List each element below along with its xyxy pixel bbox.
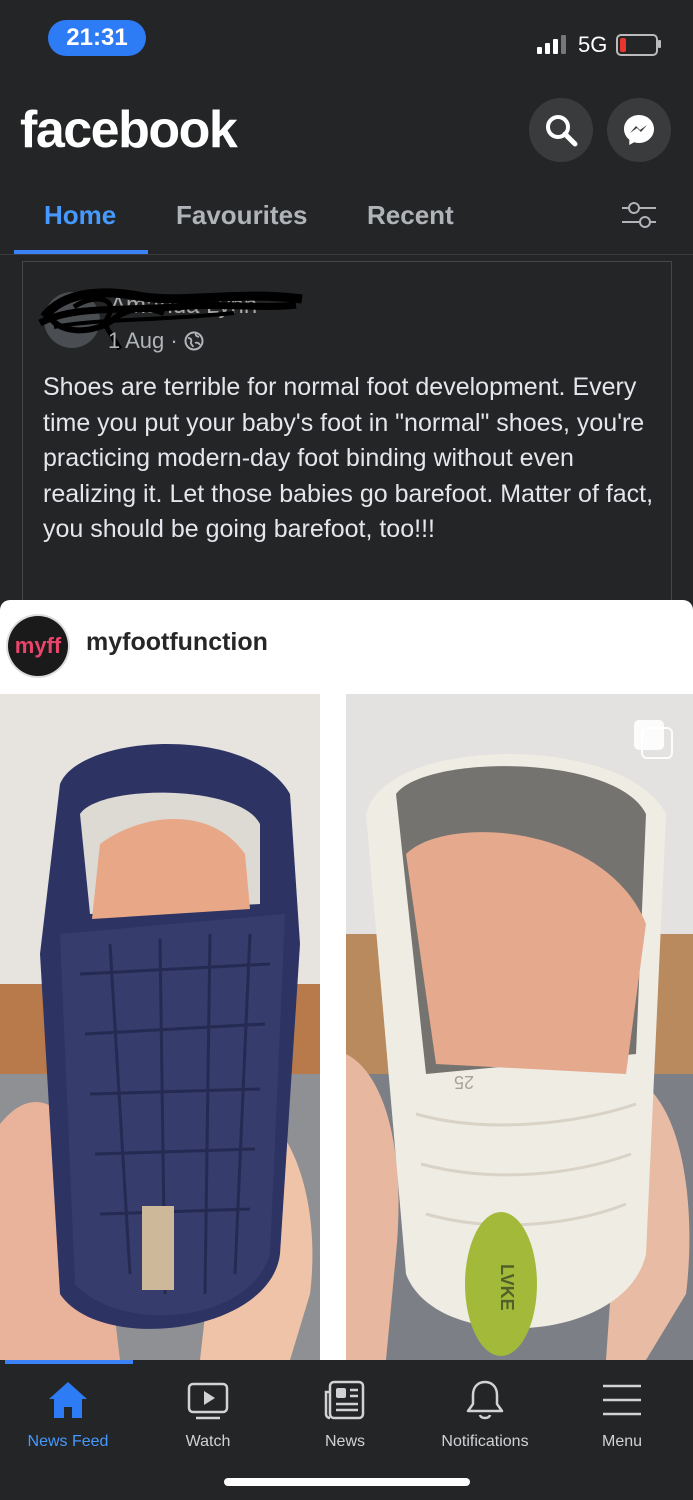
tab-recent[interactable]: Recent xyxy=(367,200,454,231)
search-button[interactable] xyxy=(529,98,593,162)
filter-icon[interactable] xyxy=(620,200,658,230)
home-icon xyxy=(49,1382,87,1418)
tab-favourites[interactable]: Favourites xyxy=(176,200,308,231)
bell-icon xyxy=(466,1380,504,1420)
tab-home[interactable]: Home xyxy=(44,200,116,231)
shoe-brand-label: LVKE xyxy=(497,1264,517,1311)
news-icon xyxy=(324,1380,365,1420)
signal-icon xyxy=(537,35,566,54)
post-text: Shoes are terrible for normal foot devel… xyxy=(43,373,654,543)
nav-news[interactable]: News xyxy=(285,1378,405,1451)
nav-watch[interactable]: Watch xyxy=(148,1378,268,1451)
facebook-logo[interactable]: facebook xyxy=(20,100,238,160)
photo-gutter xyxy=(320,694,346,1360)
nav-menu[interactable]: Menu xyxy=(562,1378,682,1451)
network-type: 5G xyxy=(578,32,608,57)
nav-menu-label: Menu xyxy=(601,1433,643,1450)
left-shoe-photo xyxy=(0,694,320,1360)
shared-account-name: myfootfunction xyxy=(86,628,268,656)
tabs-divider xyxy=(0,254,693,255)
nav-notifications[interactable]: Notifications xyxy=(425,1378,545,1451)
messenger-icon xyxy=(624,115,654,145)
battery-icon xyxy=(616,34,658,56)
search-icon xyxy=(546,115,578,147)
globe-icon xyxy=(184,331,204,351)
right-shoe-photo: 25 LVKE xyxy=(346,694,693,1360)
shoe-size-label: 25 xyxy=(454,1072,474,1092)
menu-icon xyxy=(603,1384,641,1416)
nav-news-label: News xyxy=(324,1433,365,1450)
nav-watch-label: Watch xyxy=(185,1433,231,1450)
nav-news-feed[interactable]: News Feed xyxy=(8,1378,128,1451)
feed-progress-indicator xyxy=(5,1360,133,1364)
watch-icon xyxy=(187,1382,229,1420)
messenger-button[interactable] xyxy=(607,98,671,162)
post-meta: 1 Aug · xyxy=(108,328,204,354)
nav-news-feed-label: News Feed xyxy=(27,1433,109,1450)
status-time: 21:31 xyxy=(48,20,146,56)
shared-account-avatar: myff xyxy=(8,616,68,676)
nav-notifications-label: Notifications xyxy=(441,1433,529,1450)
battery-cap xyxy=(658,40,661,48)
post-date[interactable]: 1 Aug xyxy=(108,328,164,353)
meta-separator: · xyxy=(170,328,178,353)
home-indicator[interactable] xyxy=(224,1478,470,1486)
